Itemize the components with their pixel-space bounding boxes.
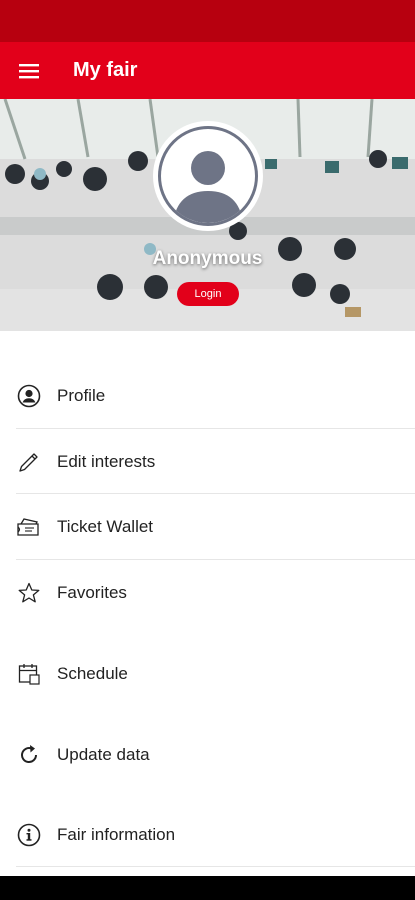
pencil-icon <box>16 449 42 475</box>
calendar-icon <box>16 661 42 687</box>
hamburger-menu-icon[interactable] <box>0 42 58 99</box>
menu-item-label: Update data <box>57 745 150 764</box>
user-name: Anonymous <box>152 248 263 269</box>
divider <box>16 866 415 867</box>
ticket-wallet-icon <box>16 514 42 540</box>
star-icon <box>16 580 42 606</box>
divider <box>16 559 415 560</box>
menu-item-label: Schedule <box>57 664 128 683</box>
user-avatar-icon <box>173 151 243 223</box>
info-icon <box>16 822 42 848</box>
divider <box>16 428 415 429</box>
menu-item-edit-interests[interactable]: Edit interests <box>16 449 415 475</box>
menu-item-profile[interactable]: Profile <box>16 383 415 409</box>
page-title: My fair <box>73 59 138 81</box>
status-bar <box>0 0 415 42</box>
menu-item-ticket-wallet[interactable]: Ticket Wallet <box>16 514 415 540</box>
app-bar: My fair <box>0 42 415 99</box>
refresh-icon <box>16 742 42 768</box>
menu-item-label: Favorites <box>57 583 127 602</box>
menu-item-fair-information[interactable]: Fair information <box>16 822 415 848</box>
menu-item-favorites[interactable]: Favorites <box>16 580 415 606</box>
menu-item-schedule[interactable]: Schedule <box>16 661 415 687</box>
menu-item-label: Ticket Wallet <box>57 517 154 536</box>
system-navigation-bar <box>0 876 415 900</box>
divider <box>16 493 415 494</box>
menu-item-label: Fair information <box>57 825 176 844</box>
menu-item-update-data[interactable]: Update data <box>16 742 415 768</box>
avatar[interactable] <box>153 121 263 231</box>
menu-item-label: Edit interests <box>57 452 156 471</box>
user-circle-icon <box>16 383 42 409</box>
login-button[interactable]: Login <box>177 282 239 306</box>
menu-item-label: Profile <box>57 386 106 405</box>
profile-header: Anonymous Login <box>0 99 415 331</box>
